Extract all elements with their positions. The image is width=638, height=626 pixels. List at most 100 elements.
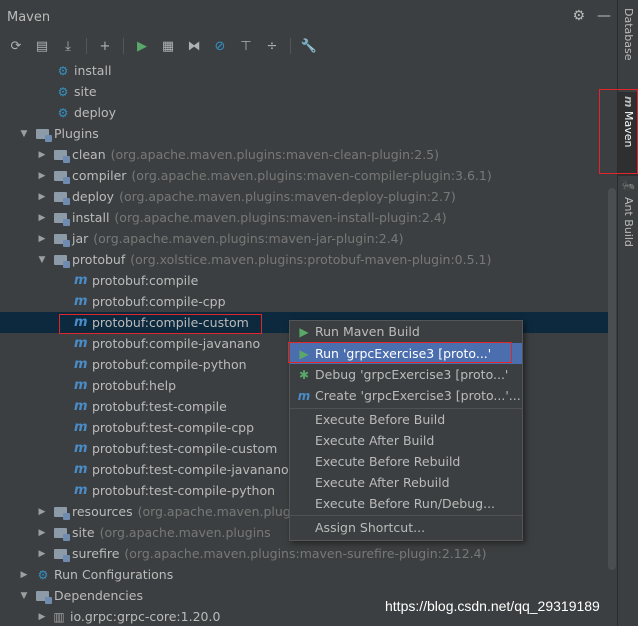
tab-maven[interactable]: m Maven — [618, 92, 638, 176]
right-tool-strip: Database m Maven 🐜 Ant Build — [617, 0, 638, 626]
menu-item-execute-before-rebuild[interactable]: Execute Before Rebuild — [290, 451, 522, 472]
menu-separator — [290, 515, 522, 516]
tree-node-plugin[interactable]: ▶ surefire (org.apache.maven.plugins:mav… — [0, 543, 608, 564]
tree-item-goal[interactable]: m protobuf:compile — [0, 270, 608, 291]
maven-goal-icon: m — [74, 462, 88, 477]
plugin-artifact: (org.apache.maven.plugins:maven-clean-pl… — [110, 147, 440, 162]
plugin-name: clean — [72, 147, 106, 162]
plugin-artifact: (org.apache.maven.plugins — [99, 525, 271, 540]
menu-item-label: Execute After Build — [315, 433, 435, 448]
tree-node-run-configurations[interactable]: ▶ ⚙ Run Configurations — [0, 564, 608, 585]
plugin-name: resources — [72, 504, 133, 519]
menu-item-execute-after-rebuild[interactable]: Execute After Rebuild — [290, 472, 522, 493]
maven-goal-icon: m — [74, 357, 88, 372]
menu-item-label: Assign Shortcut... — [315, 520, 426, 535]
folder-icon — [54, 254, 70, 268]
menu-item-label: Execute After Rebuild — [315, 475, 450, 490]
collapsed-arrow-icon[interactable]: ▶ — [36, 549, 48, 559]
expanded-arrow-icon[interactable]: ▼ — [36, 255, 48, 265]
tab-label: Database — [622, 8, 635, 61]
plugin-artifact: (org.apache.maven.plugins:maven-install-… — [114, 210, 447, 225]
plugin-name: jar — [72, 231, 89, 246]
collapsed-arrow-icon[interactable]: ▶ — [36, 150, 48, 160]
run-icon[interactable]: ▶ — [132, 36, 152, 56]
collapsed-arrow-icon[interactable]: ▶ — [36, 213, 48, 223]
collapsed-arrow-icon[interactable]: ▶ — [36, 612, 48, 622]
menu-item-execute-before-run-debug[interactable]: Execute Before Run/Debug... — [290, 493, 522, 514]
maven-goal-icon: m — [74, 483, 88, 498]
collapse-all-icon[interactable]: ÷ — [262, 36, 282, 56]
menu-item-execute-after-build[interactable]: Execute After Build — [290, 430, 522, 451]
toggle-offline-icon[interactable]: ⧓ — [184, 36, 204, 56]
debug-icon: ✱ — [298, 367, 310, 382]
maven-goal-icon: m — [74, 441, 88, 456]
menu-item-label: Execute Before Build — [315, 412, 446, 427]
tree-node-plugin[interactable]: ▶ install (org.apache.maven.plugins:mave… — [0, 207, 608, 228]
plugin-name: site — [72, 525, 95, 540]
tab-ant-build[interactable]: 🐜 Ant Build — [618, 176, 638, 260]
expanded-arrow-icon[interactable]: ▼ — [18, 129, 30, 139]
tree-item-lifecycle[interactable]: ⚙ install — [0, 60, 608, 81]
gear-icon: ⚙ — [37, 567, 49, 582]
plugin-name: protobuf — [72, 252, 126, 267]
tree-node-label: Dependencies — [54, 588, 143, 603]
gear-icon: ⚙ — [57, 63, 69, 78]
maven-icon: m — [622, 96, 635, 108]
show-dependencies-icon[interactable]: ⊤ — [236, 36, 256, 56]
tree-node-plugin[interactable]: ▼ protobuf (org.xolstice.maven.plugins:p… — [0, 249, 608, 270]
expanded-arrow-icon[interactable]: ▼ — [18, 591, 30, 601]
plugin-artifact: (org.apache.maven.plugins:maven-surefire… — [124, 546, 487, 561]
run-configuration-icon[interactable]: ▦ — [158, 36, 178, 56]
menu-item-create-config[interactable]: m Create 'grpcExercise3 [proto...'... — [290, 385, 522, 406]
tree-item-goal[interactable]: m protobuf:compile-cpp — [0, 291, 608, 312]
generate-sources-icon[interactable]: ▤ — [32, 36, 52, 56]
plugin-artifact: (org.apache.maven.plugins:maven-jar-plug… — [93, 231, 404, 246]
download-icon[interactable]: ⤓ — [58, 36, 78, 56]
tree-item-lifecycle[interactable]: ⚙ deploy — [0, 102, 608, 123]
ant-icon: 🐜 — [622, 180, 635, 194]
collapsed-arrow-icon[interactable]: ▶ — [36, 192, 48, 202]
menu-item-execute-before-build[interactable]: Execute Before Build — [290, 409, 522, 430]
tree-node-label: Plugins — [54, 126, 99, 141]
folder-icon — [54, 233, 70, 247]
collapsed-arrow-icon[interactable]: ▶ — [18, 570, 30, 580]
tree-item-label: install — [74, 63, 112, 78]
wrench-settings-icon[interactable]: 🔧 — [299, 36, 319, 56]
menu-item-debug-config[interactable]: ✱ Debug 'grpcExercise3 [proto...' — [290, 364, 522, 385]
folder-icon — [54, 170, 70, 184]
run-icon: ▶ — [299, 346, 309, 361]
title-bar: Maven ⚙ — — [0, 0, 617, 34]
tree-node-plugin[interactable]: ▶ clean (org.apache.maven.plugins:maven-… — [0, 144, 608, 165]
reimport-icon[interactable]: ⟳ — [6, 36, 26, 56]
plugin-name: install — [72, 210, 110, 225]
folder-icon — [54, 506, 70, 520]
maven-goal-icon: m — [74, 294, 88, 309]
goal-label: protobuf:test-compile-python — [92, 483, 276, 498]
gear-icon: ⚙ — [57, 105, 69, 120]
gear-icon: ⚙ — [57, 84, 69, 99]
tree-node-plugins[interactable]: ▼ Plugins — [0, 123, 608, 144]
menu-item-run-config[interactable]: ▶ Run 'grpcExercise3 [proto...' — [290, 343, 522, 364]
minimize-icon[interactable]: — — [597, 8, 611, 24]
tree-node-plugin[interactable]: ▶ compiler (org.apache.maven.plugins:mav… — [0, 165, 608, 186]
tab-database[interactable]: Database — [618, 4, 638, 88]
collapsed-arrow-icon[interactable]: ▶ — [36, 507, 48, 517]
tab-label: Maven — [622, 111, 635, 148]
goal-label: protobuf:help — [92, 378, 177, 393]
menu-item-run-maven-build[interactable]: ▶ Run Maven Build — [290, 321, 522, 342]
toolbar-separator — [290, 38, 291, 54]
tree-node-plugin[interactable]: ▶ jar (org.apache.maven.plugins:maven-ja… — [0, 228, 608, 249]
skip-tests-icon[interactable]: ⊘ — [210, 36, 230, 56]
tab-label: Ant Build — [622, 197, 635, 248]
menu-item-assign-shortcut[interactable]: Assign Shortcut... — [290, 517, 522, 538]
menu-item-label: Debug 'grpcExercise3 [proto...' — [315, 367, 509, 382]
collapsed-arrow-icon[interactable]: ▶ — [36, 234, 48, 244]
collapsed-arrow-icon[interactable]: ▶ — [36, 528, 48, 538]
tree-item-lifecycle[interactable]: ⚙ site — [0, 81, 608, 102]
add-project-icon[interactable]: + — [95, 36, 115, 56]
folder-icon — [54, 527, 70, 541]
tree-node-plugin[interactable]: ▶ deploy (org.apache.maven.plugins:maven… — [0, 186, 608, 207]
collapsed-arrow-icon[interactable]: ▶ — [36, 171, 48, 181]
settings-gear-icon[interactable]: ⚙ — [572, 8, 585, 24]
vertical-scrollbar[interactable] — [608, 188, 616, 570]
